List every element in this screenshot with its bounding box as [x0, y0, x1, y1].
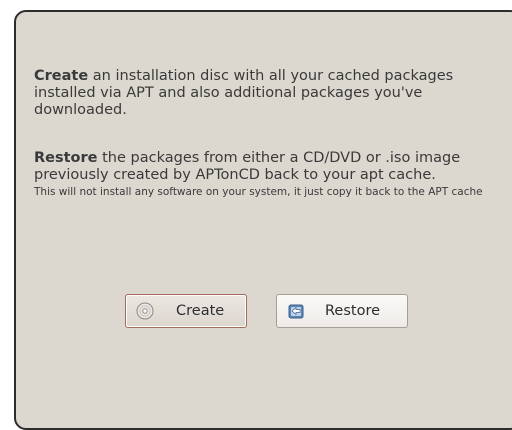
- create-button[interactable]: Create: [125, 294, 247, 328]
- create-heading: Create: [34, 68, 89, 84]
- restore-icon: [288, 304, 304, 319]
- aptoncd-main-panel: Create an installation disc with all you…: [14, 10, 512, 430]
- restore-heading: Restore: [34, 150, 98, 166]
- restore-button-label: Restore: [325, 303, 381, 319]
- create-button-label: Create: [176, 303, 225, 319]
- restore-note: This will not install any software on yo…: [34, 186, 483, 198]
- restore-text: the packages from either a CD/DVD or .is…: [34, 150, 461, 183]
- restore-description: Restore the packages from either a CD/DV…: [34, 150, 504, 199]
- create-text: an installation disc with all your cache…: [34, 68, 454, 118]
- restore-button[interactable]: Restore: [276, 294, 408, 328]
- cd-disc-icon: [136, 302, 154, 320]
- create-description: Create an installation disc with all you…: [34, 68, 504, 119]
